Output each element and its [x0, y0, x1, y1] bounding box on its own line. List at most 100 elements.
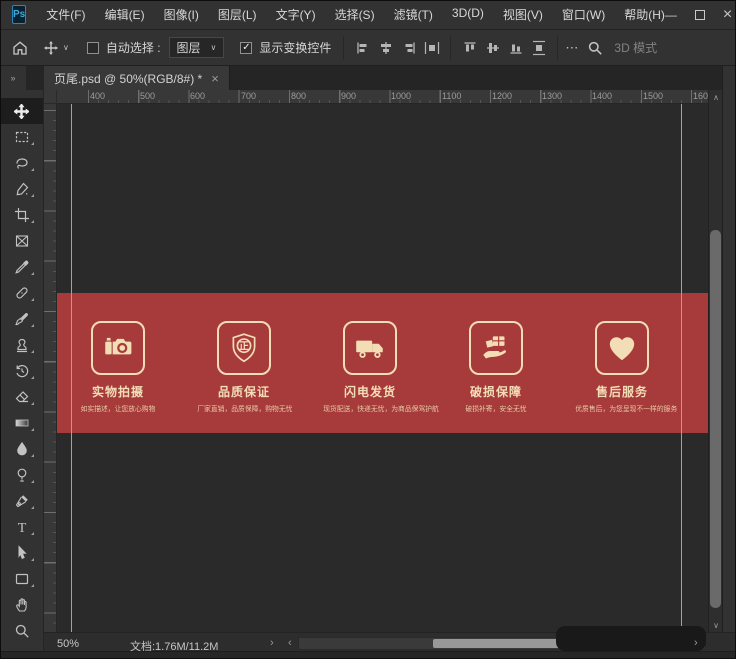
move-tool-icon: [44, 41, 58, 55]
horizontal-ruler[interactable]: 400 500 600 700 800 900 1000 1100 1200 1…: [57, 90, 708, 104]
minimize-icon[interactable]: —: [665, 10, 677, 20]
divider: [343, 36, 344, 60]
document-canvas[interactable]: 实物拍摄 如实描述，让您放心购物 正 品质保证 厂家直销，品质保障，购物无忧: [57, 104, 708, 632]
ruler-label: 600: [190, 91, 205, 101]
tab-close-icon[interactable]: ×: [211, 71, 219, 86]
gradient-tool-icon[interactable]: [0, 410, 43, 436]
menu-item-file[interactable]: 文件(F): [46, 6, 85, 23]
pen-tool-icon[interactable]: [0, 488, 43, 514]
chevron-down-icon: ∨: [211, 43, 217, 52]
zoom-tool-icon[interactable]: [0, 618, 43, 644]
quick-selection-tool-icon[interactable]: [0, 176, 43, 202]
service-subtitle: 优质售后，为您呈现不一样的服务: [575, 404, 669, 413]
more-options-icon[interactable]: ⋯: [565, 40, 579, 56]
auto-select-checkbox[interactable]: [87, 42, 99, 54]
ruler-corner: [44, 90, 57, 104]
menu-item-edit[interactable]: 编辑(E): [105, 6, 145, 23]
ruler-label: 900: [341, 91, 356, 101]
distribute-horizontal-icon[interactable]: [420, 37, 443, 59]
frame-tool-icon[interactable]: [0, 228, 43, 254]
eyedropper-tool-icon[interactable]: [0, 254, 43, 280]
auto-select-option: 自动选择 :: [87, 39, 161, 56]
zoom-level-field[interactable]: 50%: [57, 638, 79, 650]
service-item: 破损保障 破损补寄，安全无忧: [441, 321, 551, 433]
document-tab-title: 页尾.psd @ 50%(RGB/8#) *: [54, 70, 202, 87]
distribute-vertical-icon[interactable]: [527, 37, 550, 59]
menu-item-window[interactable]: 窗口(W): [562, 6, 605, 23]
spot-healing-brush-tool-icon[interactable]: [0, 280, 43, 306]
document-tab-bar: 页尾.psd @ 50%(RGB/8#) * ×: [26, 66, 722, 90]
status-popup-icon[interactable]: ›: [270, 637, 274, 649]
service-title: 闪电发货: [315, 383, 425, 400]
right-panel-dock: [722, 66, 736, 659]
service-item: 实物拍摄 如实描述，让您放心购物: [63, 321, 173, 433]
heart-icon: [595, 321, 649, 375]
eraser-tool-icon[interactable]: [0, 384, 43, 410]
service-subtitle: 厂家直销，品质保障，购物无忧: [197, 404, 291, 413]
align-bottom-edges-icon[interactable]: [504, 37, 527, 59]
history-brush-tool-icon[interactable]: [0, 358, 43, 384]
lasso-tool-icon[interactable]: [0, 150, 43, 176]
scroll-left-icon[interactable]: ‹: [288, 637, 292, 649]
ruler-label: 1500: [643, 91, 663, 101]
hand-tool-icon[interactable]: [0, 592, 43, 618]
vertical-ruler[interactable]: [44, 104, 57, 632]
search-icon[interactable]: [583, 37, 606, 59]
horizontal-scrollbar-thumb[interactable]: [433, 639, 568, 648]
menu-item-image[interactable]: 图像(I): [164, 6, 199, 23]
blur-tool-icon[interactable]: [0, 436, 43, 462]
menu-item-filter[interactable]: 滤镜(T): [394, 6, 433, 23]
crop-tool-icon[interactable]: [0, 202, 43, 228]
show-transform-label: 显示变换控件: [259, 39, 331, 56]
vertical-scrollbar-thumb[interactable]: [710, 230, 721, 608]
window-controls: — ×: [665, 8, 736, 22]
align-horizontal-centers-icon[interactable]: [374, 37, 397, 59]
camera-icon: [91, 321, 145, 375]
show-transform-checkbox[interactable]: ✓: [240, 42, 252, 54]
service-subtitle: 如实描述，让您放心购物: [71, 404, 165, 413]
menu-item-layer[interactable]: 图层(L): [218, 6, 257, 23]
menu-item-3d[interactable]: 3D(D): [452, 6, 484, 23]
maximize-icon[interactable]: [695, 10, 705, 20]
truck-icon: [343, 321, 397, 375]
dark-overlay: [556, 626, 706, 651]
window-bottom-edge: [0, 651, 736, 659]
service-title: 售后服务: [567, 383, 677, 400]
menu-item-type[interactable]: 文字(Y): [276, 6, 316, 23]
clone-stamp-tool-icon[interactable]: [0, 332, 43, 358]
rectangular-marquee-tool-icon[interactable]: [0, 124, 43, 150]
service-item: 售后服务 优质售后，为您呈现不一样的服务: [567, 321, 677, 433]
guide-line-right[interactable]: [681, 104, 682, 632]
align-right-edges-icon[interactable]: [397, 37, 420, 59]
path-selection-tool-icon[interactable]: [0, 540, 43, 566]
align-vertical-centers-icon[interactable]: [481, 37, 504, 59]
menu-item-view[interactable]: 视图(V): [503, 6, 543, 23]
document-tab[interactable]: 页尾.psd @ 50%(RGB/8#) * ×: [44, 66, 230, 90]
scroll-up-icon[interactable]: ∧: [709, 91, 723, 103]
vertical-scrollbar[interactable]: ∧ ∨: [708, 90, 722, 632]
service-title: 实物拍摄: [63, 383, 173, 400]
ruler-label: 400: [90, 91, 105, 101]
home-icon[interactable]: [12, 40, 28, 56]
service-item: 正 品质保证 厂家直销，品质保障，购物无忧: [189, 321, 299, 433]
3d-mode-label: 3D 模式: [614, 39, 657, 56]
toolbar-expand-icon[interactable]: »: [0, 66, 26, 90]
ruler-label: 800: [291, 91, 306, 101]
auto-select-target-dropdown[interactable]: 图层 ∨: [169, 37, 225, 58]
scroll-right-icon[interactable]: ›: [694, 637, 698, 649]
move-tool-icon[interactable]: [0, 98, 43, 124]
brush-tool-icon[interactable]: [0, 306, 43, 332]
rectangle-tool-icon[interactable]: [0, 566, 43, 592]
menu-item-help[interactable]: 帮助(H): [624, 6, 665, 23]
quality-shield-icon: 正: [217, 321, 271, 375]
align-top-edges-icon[interactable]: [458, 37, 481, 59]
dodge-tool-icon[interactable]: [0, 462, 43, 488]
ruler-label: 1200: [492, 91, 512, 101]
type-tool-icon[interactable]: T: [0, 514, 43, 540]
menu-item-select[interactable]: 选择(S): [335, 6, 375, 23]
scroll-down-icon[interactable]: ∨: [709, 619, 723, 631]
close-icon[interactable]: ×: [723, 8, 732, 22]
align-left-edges-icon[interactable]: [351, 37, 374, 59]
active-tool-preset[interactable]: ∨: [44, 41, 69, 55]
guide-line-left[interactable]: [71, 104, 72, 632]
